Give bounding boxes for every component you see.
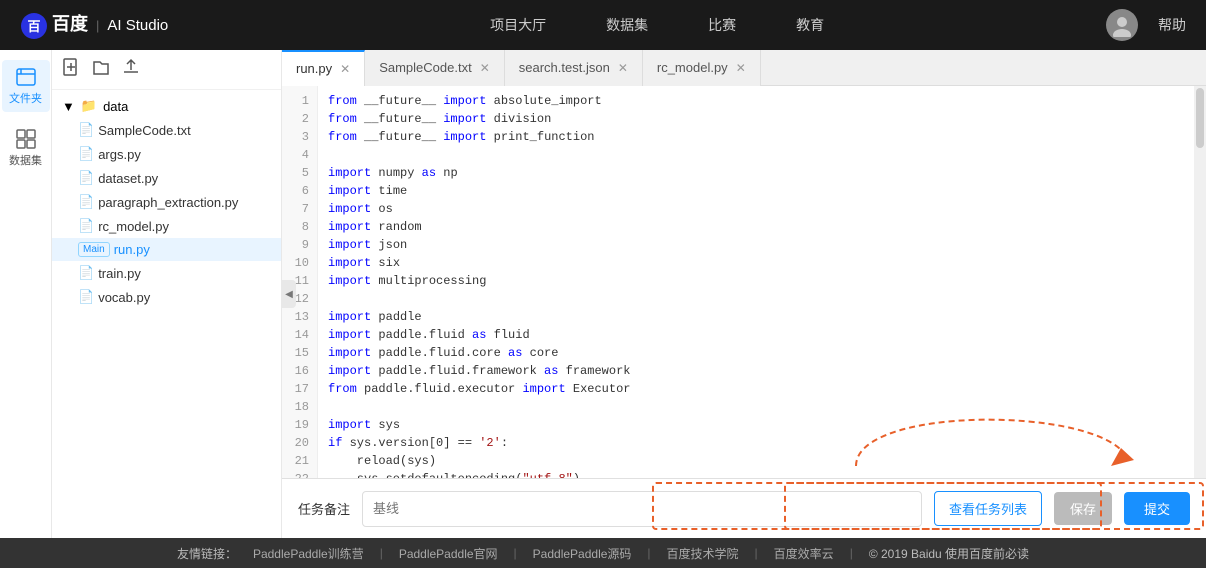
task-note-label: 任务备注 bbox=[298, 499, 350, 518]
footer-link-3[interactable]: 百度技术学院 bbox=[667, 545, 739, 562]
view-task-list-button[interactable]: 查看任务列表 bbox=[934, 491, 1042, 526]
file-panel: ▼ 📁 data 📄 SampleCode.txt 📄 args.py 📄 da… bbox=[52, 50, 282, 538]
new-folder-icon[interactable] bbox=[92, 58, 110, 81]
sidebar-dataset-icon[interactable]: 数据集 bbox=[2, 122, 50, 174]
tab-rcmodel[interactable]: rc_model.py ✕ bbox=[643, 50, 761, 86]
scrollbar[interactable] bbox=[1194, 86, 1206, 538]
footer-prefix: 友情链接： bbox=[177, 545, 237, 562]
footer-link-4[interactable]: 百度效率云 bbox=[774, 545, 834, 562]
dataset-icon-label: 数据集 bbox=[9, 152, 42, 168]
tab-close-searchtest[interactable]: ✕ bbox=[618, 61, 628, 75]
editor-tabs: run.py ✕ SampleCode.txt ✕ search.test.js… bbox=[282, 50, 1206, 86]
footer-link-1[interactable]: PaddlePaddle官网 bbox=[399, 545, 498, 562]
task-baseline-input[interactable] bbox=[373, 501, 911, 516]
task-input-box[interactable] bbox=[362, 491, 922, 527]
nav-items: 项目大厅 数据集 比赛 教育 bbox=[208, 15, 1106, 35]
footer-copyright: © 2019 Baidu 使用百度前必读 bbox=[869, 545, 1029, 562]
tab-runpy[interactable]: run.py ✕ bbox=[282, 50, 365, 86]
file-icon: 📄 bbox=[78, 194, 94, 210]
nav-item-competition[interactable]: 比赛 bbox=[708, 15, 736, 35]
file-icon: 📄 bbox=[78, 170, 94, 186]
upload-icon[interactable] bbox=[122, 58, 140, 81]
footer-link-0[interactable]: PaddlePaddle训练营 bbox=[253, 545, 364, 562]
footer: 友情链接： PaddlePaddle训练营 | PaddlePaddle官网 |… bbox=[0, 538, 1206, 568]
main-badge: Main bbox=[78, 242, 110, 257]
tab-searchtest[interactable]: search.test.json ✕ bbox=[505, 50, 643, 86]
file-icon: 📄 bbox=[78, 146, 94, 162]
sidebar-files-icon[interactable]: 文件夹 bbox=[2, 60, 50, 112]
file-dataset[interactable]: 📄 dataset.py bbox=[52, 166, 281, 190]
main-layout: 文件夹 数据集 bbox=[0, 50, 1206, 538]
save-button[interactable]: 保存 bbox=[1054, 492, 1112, 525]
nav-right: 帮助 bbox=[1106, 9, 1186, 41]
logo-baidu: 百 百度 bbox=[20, 10, 88, 39]
file-icon: 📄 bbox=[78, 265, 94, 281]
file-icon: 📄 bbox=[78, 289, 94, 305]
files-icon-label: 文件夹 bbox=[9, 90, 42, 106]
folder-data[interactable]: ▼ 📁 data bbox=[52, 94, 281, 118]
submit-button[interactable]: 提交 bbox=[1124, 492, 1190, 525]
file-samplecode[interactable]: 📄 SampleCode.txt bbox=[52, 118, 281, 142]
folder-chevron-icon: ▼ bbox=[62, 99, 75, 114]
tab-close-rcmodel[interactable]: ✕ bbox=[736, 61, 746, 75]
file-tree: ▼ 📁 data 📄 SampleCode.txt 📄 args.py 📄 da… bbox=[52, 90, 281, 538]
svg-text:百: 百 bbox=[27, 19, 40, 34]
nav-item-dataset[interactable]: 数据集 bbox=[606, 15, 648, 35]
file-runpy[interactable]: Main run.py bbox=[52, 238, 281, 261]
top-nav: 百 百度 | AI Studio 项目大厅 数据集 比赛 教育 帮助 bbox=[0, 0, 1206, 50]
tab-close-samplecode[interactable]: ✕ bbox=[480, 61, 490, 75]
nav-item-education[interactable]: 教育 bbox=[796, 15, 824, 35]
file-icon: 📄 bbox=[78, 122, 94, 138]
code-editor[interactable]: from __future__ import absolute_import f… bbox=[318, 86, 1206, 538]
line-numbers: 123456789101112131415161718192021222324 bbox=[282, 86, 318, 538]
sidebar-icons: 文件夹 数据集 bbox=[0, 50, 52, 538]
footer-link-2[interactable]: PaddlePaddle源码 bbox=[533, 545, 632, 562]
nav-logo: 百 百度 | AI Studio bbox=[20, 10, 168, 39]
collapse-arrow[interactable]: ◀ bbox=[282, 280, 296, 308]
nav-item-project[interactable]: 项目大厅 bbox=[490, 15, 546, 35]
file-icon: 📄 bbox=[78, 218, 94, 234]
folder-icon: 📁 bbox=[81, 98, 97, 114]
logo-studio: AI Studio bbox=[107, 17, 168, 34]
editor-area: run.py ✕ SampleCode.txt ✕ search.test.js… bbox=[282, 50, 1206, 538]
new-file-icon[interactable] bbox=[62, 58, 80, 81]
file-paragraph[interactable]: 📄 paragraph_extraction.py bbox=[52, 190, 281, 214]
logo-divider: | bbox=[96, 18, 99, 33]
avatar[interactable] bbox=[1106, 9, 1138, 41]
scrollbar-thumb[interactable] bbox=[1196, 88, 1204, 148]
bottom-panel: 任务备注 查看任务列表 保存 提交 bbox=[282, 478, 1206, 538]
file-rcmodel[interactable]: 📄 rc_model.py bbox=[52, 214, 281, 238]
tab-close-runpy[interactable]: ✕ bbox=[340, 62, 350, 76]
file-train[interactable]: 📄 train.py bbox=[52, 261, 281, 285]
tab-samplecode[interactable]: SampleCode.txt ✕ bbox=[365, 50, 505, 86]
code-area: 123456789101112131415161718192021222324 … bbox=[282, 86, 1206, 538]
file-toolbar bbox=[52, 50, 281, 90]
file-args[interactable]: 📄 args.py bbox=[52, 142, 281, 166]
folder-name: data bbox=[103, 99, 128, 114]
file-vocab[interactable]: 📄 vocab.py bbox=[52, 285, 281, 309]
nav-help[interactable]: 帮助 bbox=[1158, 15, 1186, 35]
